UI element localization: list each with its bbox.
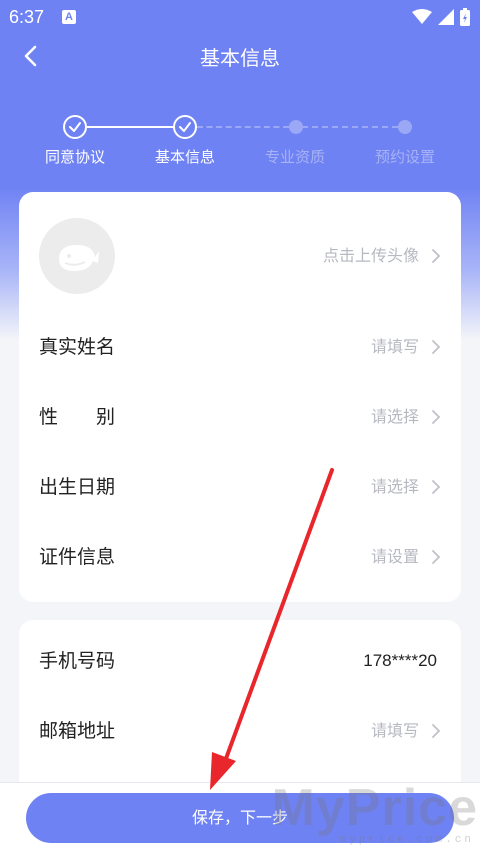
chevron-right-icon (432, 480, 441, 494)
id-info-label: 证件信息 (39, 546, 116, 568)
step-1-label: 同意协议 (44, 148, 105, 166)
watermark: MyPrice (271, 779, 478, 837)
basic-info-card: 点击上传头像 真实姓名 请填写 性 别 请选择 出生日期 请选择 证件信息 请设… (19, 192, 461, 602)
page-title: 基本信息 (200, 46, 280, 70)
notification-icon: A (62, 10, 76, 24)
step-3-label: 专业资质 (264, 148, 325, 166)
avatar-upload-hint: 点击上传头像 (322, 246, 419, 265)
system-icons (412, 8, 470, 26)
battery-icon (460, 8, 470, 26)
chevron-right-icon (432, 724, 441, 738)
email-label: 邮箱地址 (39, 720, 116, 742)
chevron-right-icon (432, 340, 441, 354)
gender-label: 性 别 (39, 406, 116, 428)
chevron-right-icon (432, 410, 441, 424)
step-4-label: 预约设置 (374, 148, 435, 166)
step-2-label: 基本信息 (154, 148, 215, 166)
real-name-value: 请填写 (370, 337, 419, 356)
email-value: 请填写 (370, 721, 419, 740)
birth-date-value: 请选择 (370, 477, 419, 496)
email-row[interactable]: 邮箱地址 请填写 (19, 696, 461, 766)
gender-value: 请选择 (370, 407, 419, 426)
signal-icon (438, 9, 454, 25)
step-2-check-icon (173, 115, 197, 139)
id-info-row[interactable]: 证件信息 请设置 (19, 522, 461, 592)
step-3-dot-icon (289, 120, 303, 134)
navigation-bar: 基本信息 (0, 34, 480, 78)
step-1-check-icon (63, 115, 87, 139)
phone-value: 178****20 (363, 651, 437, 670)
birth-date-label: 出生日期 (39, 476, 116, 498)
step-4-dot-icon (398, 120, 412, 134)
status-time: 6:37 (9, 7, 45, 27)
progress-steps: 同意协议 基本信息 专业资质 预约设置 (0, 108, 480, 178)
id-info-value: 请设置 (370, 547, 419, 566)
watermark-url: myprice.com.cn (339, 834, 474, 846)
gender-row[interactable]: 性 别 请选择 (19, 382, 461, 452)
phone-label: 手机号码 (39, 650, 116, 672)
chevron-right-icon (432, 249, 441, 263)
real-name-label: 真实姓名 (39, 336, 116, 358)
step-connector (302, 126, 398, 128)
wifi-icon (412, 9, 432, 24)
step-connector (87, 126, 173, 128)
status-bar: 6:37 A (0, 0, 480, 34)
step-connector (197, 126, 289, 128)
phone-row[interactable]: 手机号码 178****20 (19, 626, 461, 696)
chevron-right-icon (432, 550, 441, 564)
birth-date-row[interactable]: 出生日期 请选择 (19, 452, 461, 522)
whale-avatar-icon (59, 245, 99, 271)
real-name-row[interactable]: 真实姓名 请填写 (19, 312, 461, 382)
avatar[interactable] (39, 218, 115, 294)
